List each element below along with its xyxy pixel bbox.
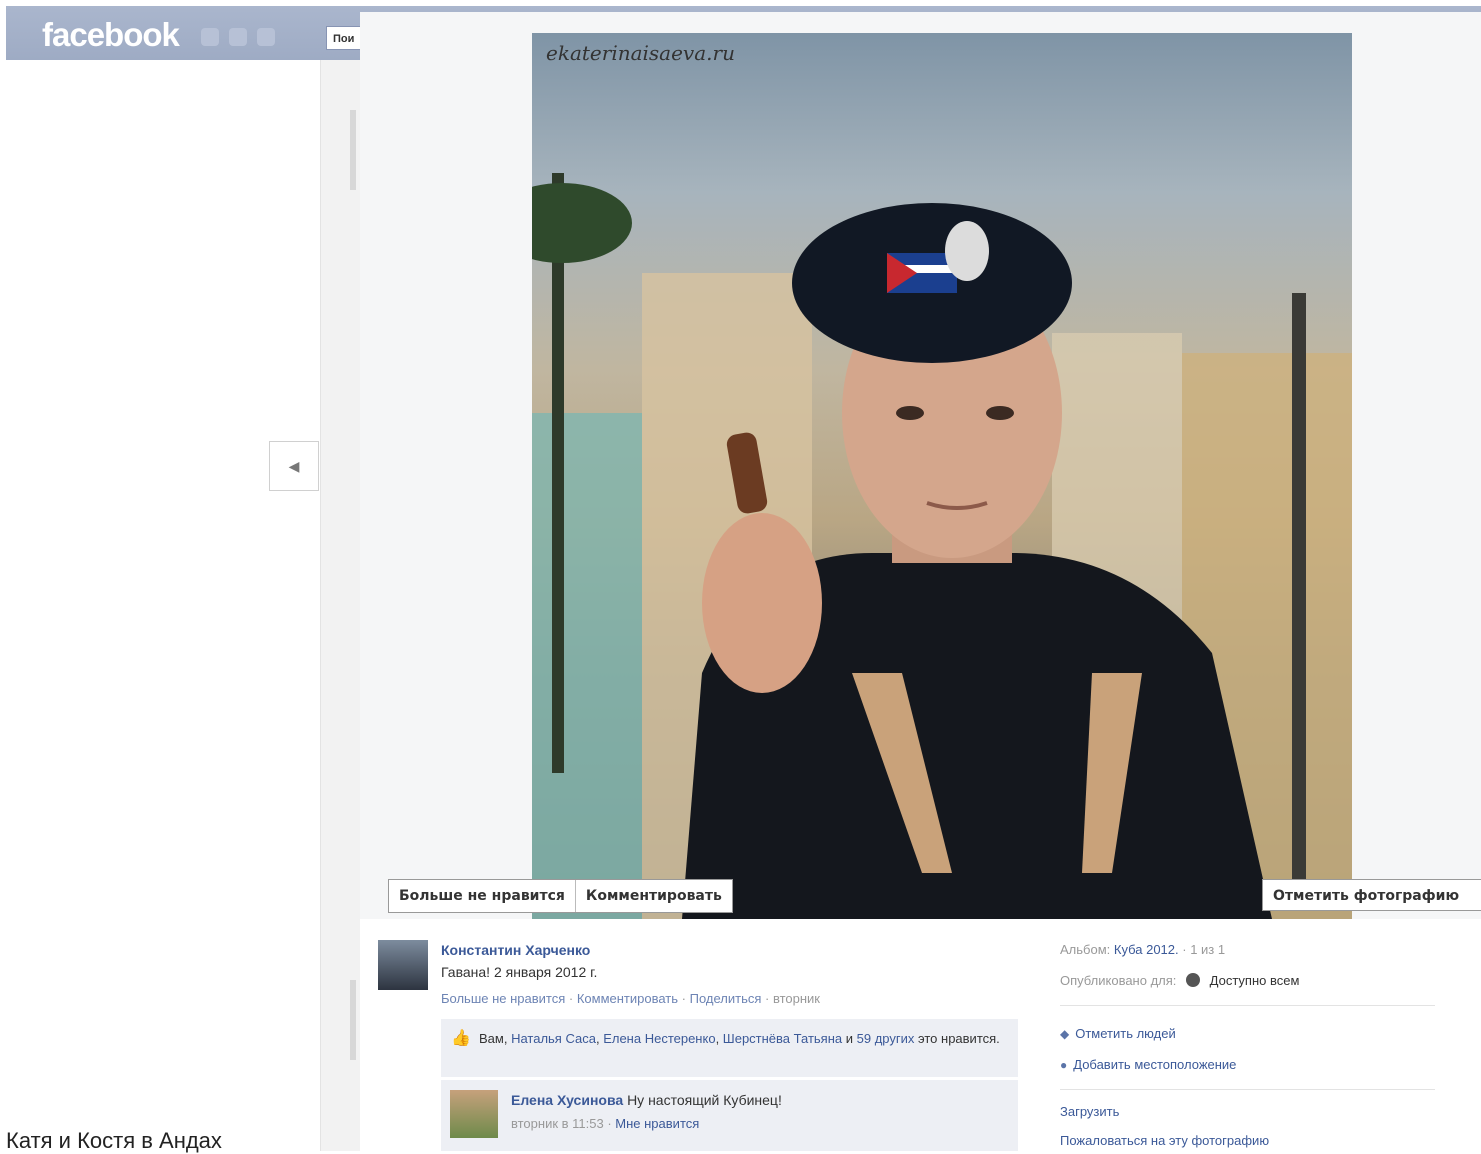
liker-link[interactable]: Шерстнёва Татьяна <box>723 1031 842 1046</box>
post-share-link[interactable]: Поделиться <box>690 991 762 1006</box>
privacy-row: Опубликовано для: Доступно всем <box>1060 973 1299 988</box>
likes-and: и <box>845 1031 854 1046</box>
photo-actions-left: Больше не нравится Комментировать <box>388 879 733 913</box>
tag-people-link[interactable]: Отметить людей <box>1075 1026 1175 1041</box>
report-photo-link[interactable]: Пожаловаться на эту фотографию <box>1060 1133 1269 1148</box>
comment-like-link[interactable]: Мне нравится <box>615 1116 699 1131</box>
thumbs-up-icon: 👍 <box>451 1030 471 1047</box>
post-unlike-link[interactable]: Больше не нравится <box>441 991 565 1006</box>
notifications-icon[interactable] <box>257 28 275 46</box>
add-location-row[interactable]: ● Добавить местоположение <box>1060 1057 1236 1072</box>
photo[interactable]: ekaterinaisaeva.ru <box>532 33 1352 919</box>
tag-icon: ◆ <box>1060 1027 1070 1041</box>
background-scroll-mark <box>350 980 356 1060</box>
notification-icons <box>201 28 275 46</box>
unlike-button[interactable]: Больше не нравится <box>389 880 575 912</box>
divider <box>1060 1089 1435 1090</box>
published-label: Опубликовано для: <box>1060 973 1177 988</box>
photo-description: Гавана! 2 января 2012 г. <box>441 964 598 980</box>
friend-requests-icon[interactable] <box>201 28 219 46</box>
report-row[interactable]: Пожаловаться на эту фотографию <box>1060 1133 1269 1148</box>
previous-photo-button[interactable]: ◀ <box>269 441 319 491</box>
liker-link[interactable]: Наталья Саса <box>511 1031 596 1046</box>
comment-text: Ну настоящий Кубинец! <box>627 1092 782 1108</box>
tag-photo-button[interactable]: Отметить фотографию <box>1262 879 1481 911</box>
album-row: Альбом: Куба 2012. · 1 из 1 <box>1060 942 1226 957</box>
post-time[interactable]: вторник <box>773 991 820 1006</box>
album-count: 1 из 1 <box>1190 942 1226 957</box>
location-pin-icon: ● <box>1060 1058 1068 1072</box>
arrow-left-icon: ◀ <box>288 457 300 474</box>
liker-link[interactable]: Елена Нестеренко <box>603 1031 715 1046</box>
facebook-logo[interactable]: facebook <box>42 16 180 54</box>
other-likers-link[interactable]: 59 других <box>857 1031 915 1046</box>
upload-link[interactable]: Загрузить <box>1060 1104 1119 1119</box>
messages-icon[interactable] <box>229 28 247 46</box>
photo-watermark: ekaterinaisaeva.ru <box>546 41 735 65</box>
album-label: Альбом: <box>1060 942 1111 957</box>
comment-meta: вторник в 11:53 · Мне нравится <box>511 1116 700 1131</box>
author-name[interactable]: Константин Харченко <box>441 942 590 958</box>
background-scroll-mark <box>350 110 356 190</box>
divider <box>1060 1005 1435 1006</box>
comment-button[interactable]: Комментировать <box>574 880 732 912</box>
post-actions-line: Больше не нравится · Комментировать · По… <box>441 991 820 1006</box>
photo-illustration <box>532 173 1352 919</box>
post-comment-link[interactable]: Комментировать <box>577 991 678 1006</box>
add-location-link[interactable]: Добавить местоположение <box>1073 1057 1236 1072</box>
likes-summary: 👍 Вам, Наталья Саса, Елена Нестеренко, Ш… <box>441 1019 1018 1077</box>
commenter-avatar[interactable] <box>450 1090 498 1138</box>
likes-prefix: Вам, <box>479 1031 508 1046</box>
comment-item: Елена Хусинова Ну настоящий Кубинец! вто… <box>441 1080 1018 1151</box>
background-album-caption: Катя и Костя в Андах <box>6 1128 222 1153</box>
comment-time[interactable]: вторник в 11:53 <box>511 1116 604 1131</box>
author-avatar[interactable] <box>378 940 428 990</box>
commenter-name[interactable]: Елена Хусинова <box>511 1092 623 1108</box>
globe-icon <box>1186 973 1201 987</box>
likes-suffix: это нравится. <box>918 1031 1000 1046</box>
commenter-line: Елена Хусинова Ну настоящий Кубинец! <box>511 1092 782 1108</box>
tag-people-row[interactable]: ◆ Отметить людей <box>1060 1026 1176 1041</box>
album-link[interactable]: Куба 2012. <box>1114 942 1179 957</box>
upload-row[interactable]: Загрузить <box>1060 1104 1119 1119</box>
privacy-selector[interactable]: Доступно всем <box>1210 973 1300 988</box>
